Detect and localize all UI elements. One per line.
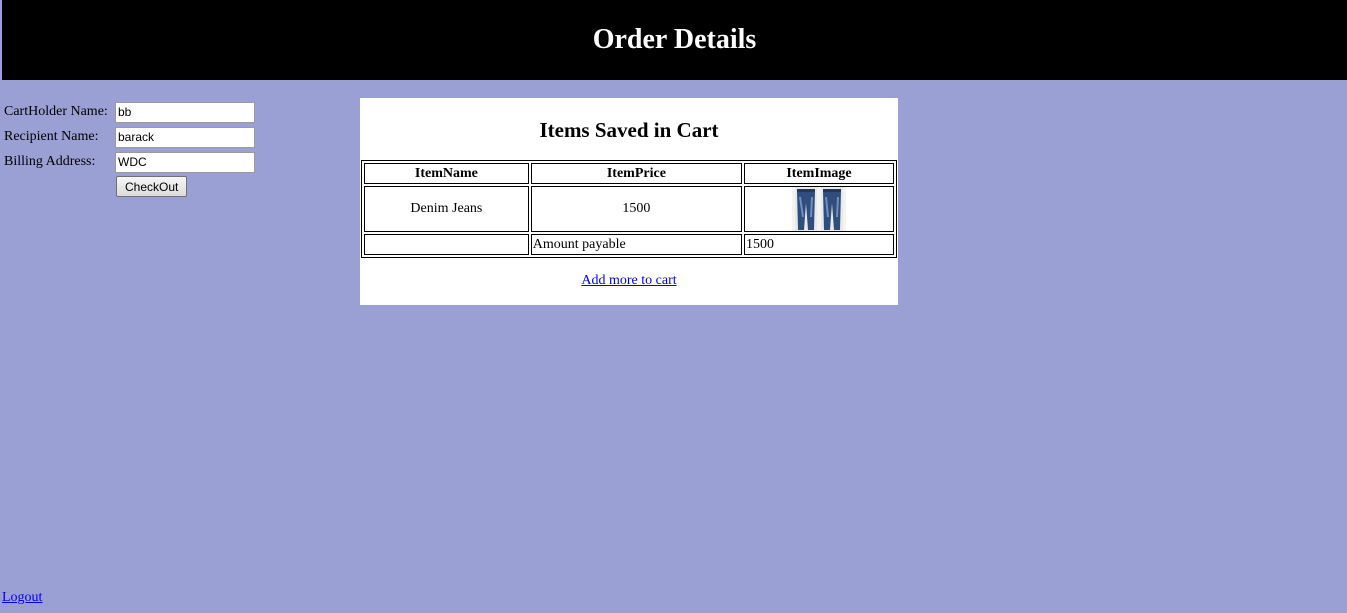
item-image-cell xyxy=(743,186,894,232)
billing-input[interactable] xyxy=(115,151,255,173)
total-label: Amount payable xyxy=(530,234,742,255)
recipient-label: Recipient Name: xyxy=(4,129,99,144)
cart-title: Items Saved in Cart xyxy=(539,118,719,142)
table-header-row: ItemName ItemPrice ItemImage xyxy=(364,163,894,184)
add-more-container: Add more to cart xyxy=(360,273,898,289)
cardholder-input[interactable] xyxy=(115,101,255,123)
page-title: Order Details xyxy=(592,24,757,55)
total-value: 1500 xyxy=(743,234,894,255)
checkout-form: CartHolder Name: Recipient Name: Billing… xyxy=(4,100,255,197)
column-header-itemimage: ItemImage xyxy=(743,163,894,184)
total-empty-cell xyxy=(364,234,529,255)
checkout-button[interactable]: CheckOut xyxy=(116,176,188,197)
add-more-link[interactable]: Add more to cart xyxy=(581,273,676,288)
billing-label: Billing Address: xyxy=(4,154,96,169)
column-header-itemname: ItemName xyxy=(364,163,529,184)
column-header-itemprice: ItemPrice xyxy=(530,163,742,184)
recipient-input[interactable] xyxy=(115,126,255,148)
item-name-cell: Denim Jeans xyxy=(364,186,529,232)
page-header: Order Details xyxy=(2,0,1347,80)
table-row: Denim Jeans 1500 xyxy=(364,186,894,232)
cardholder-label: CartHolder Name: xyxy=(4,104,108,119)
cart-panel: Items Saved in Cart ItemName ItemPrice I… xyxy=(360,98,898,305)
billing-row: Billing Address: xyxy=(4,150,255,174)
total-row: Amount payable 1500 xyxy=(364,234,894,255)
cardholder-row: CartHolder Name: xyxy=(4,100,255,124)
item-price-cell: 1500 xyxy=(530,186,742,232)
jeans-image xyxy=(791,187,846,231)
logout-link[interactable]: Logout xyxy=(2,590,42,606)
recipient-row: Recipient Name: xyxy=(4,125,255,149)
cart-table: ItemName ItemPrice ItemImage Denim Jeans… xyxy=(361,160,897,258)
